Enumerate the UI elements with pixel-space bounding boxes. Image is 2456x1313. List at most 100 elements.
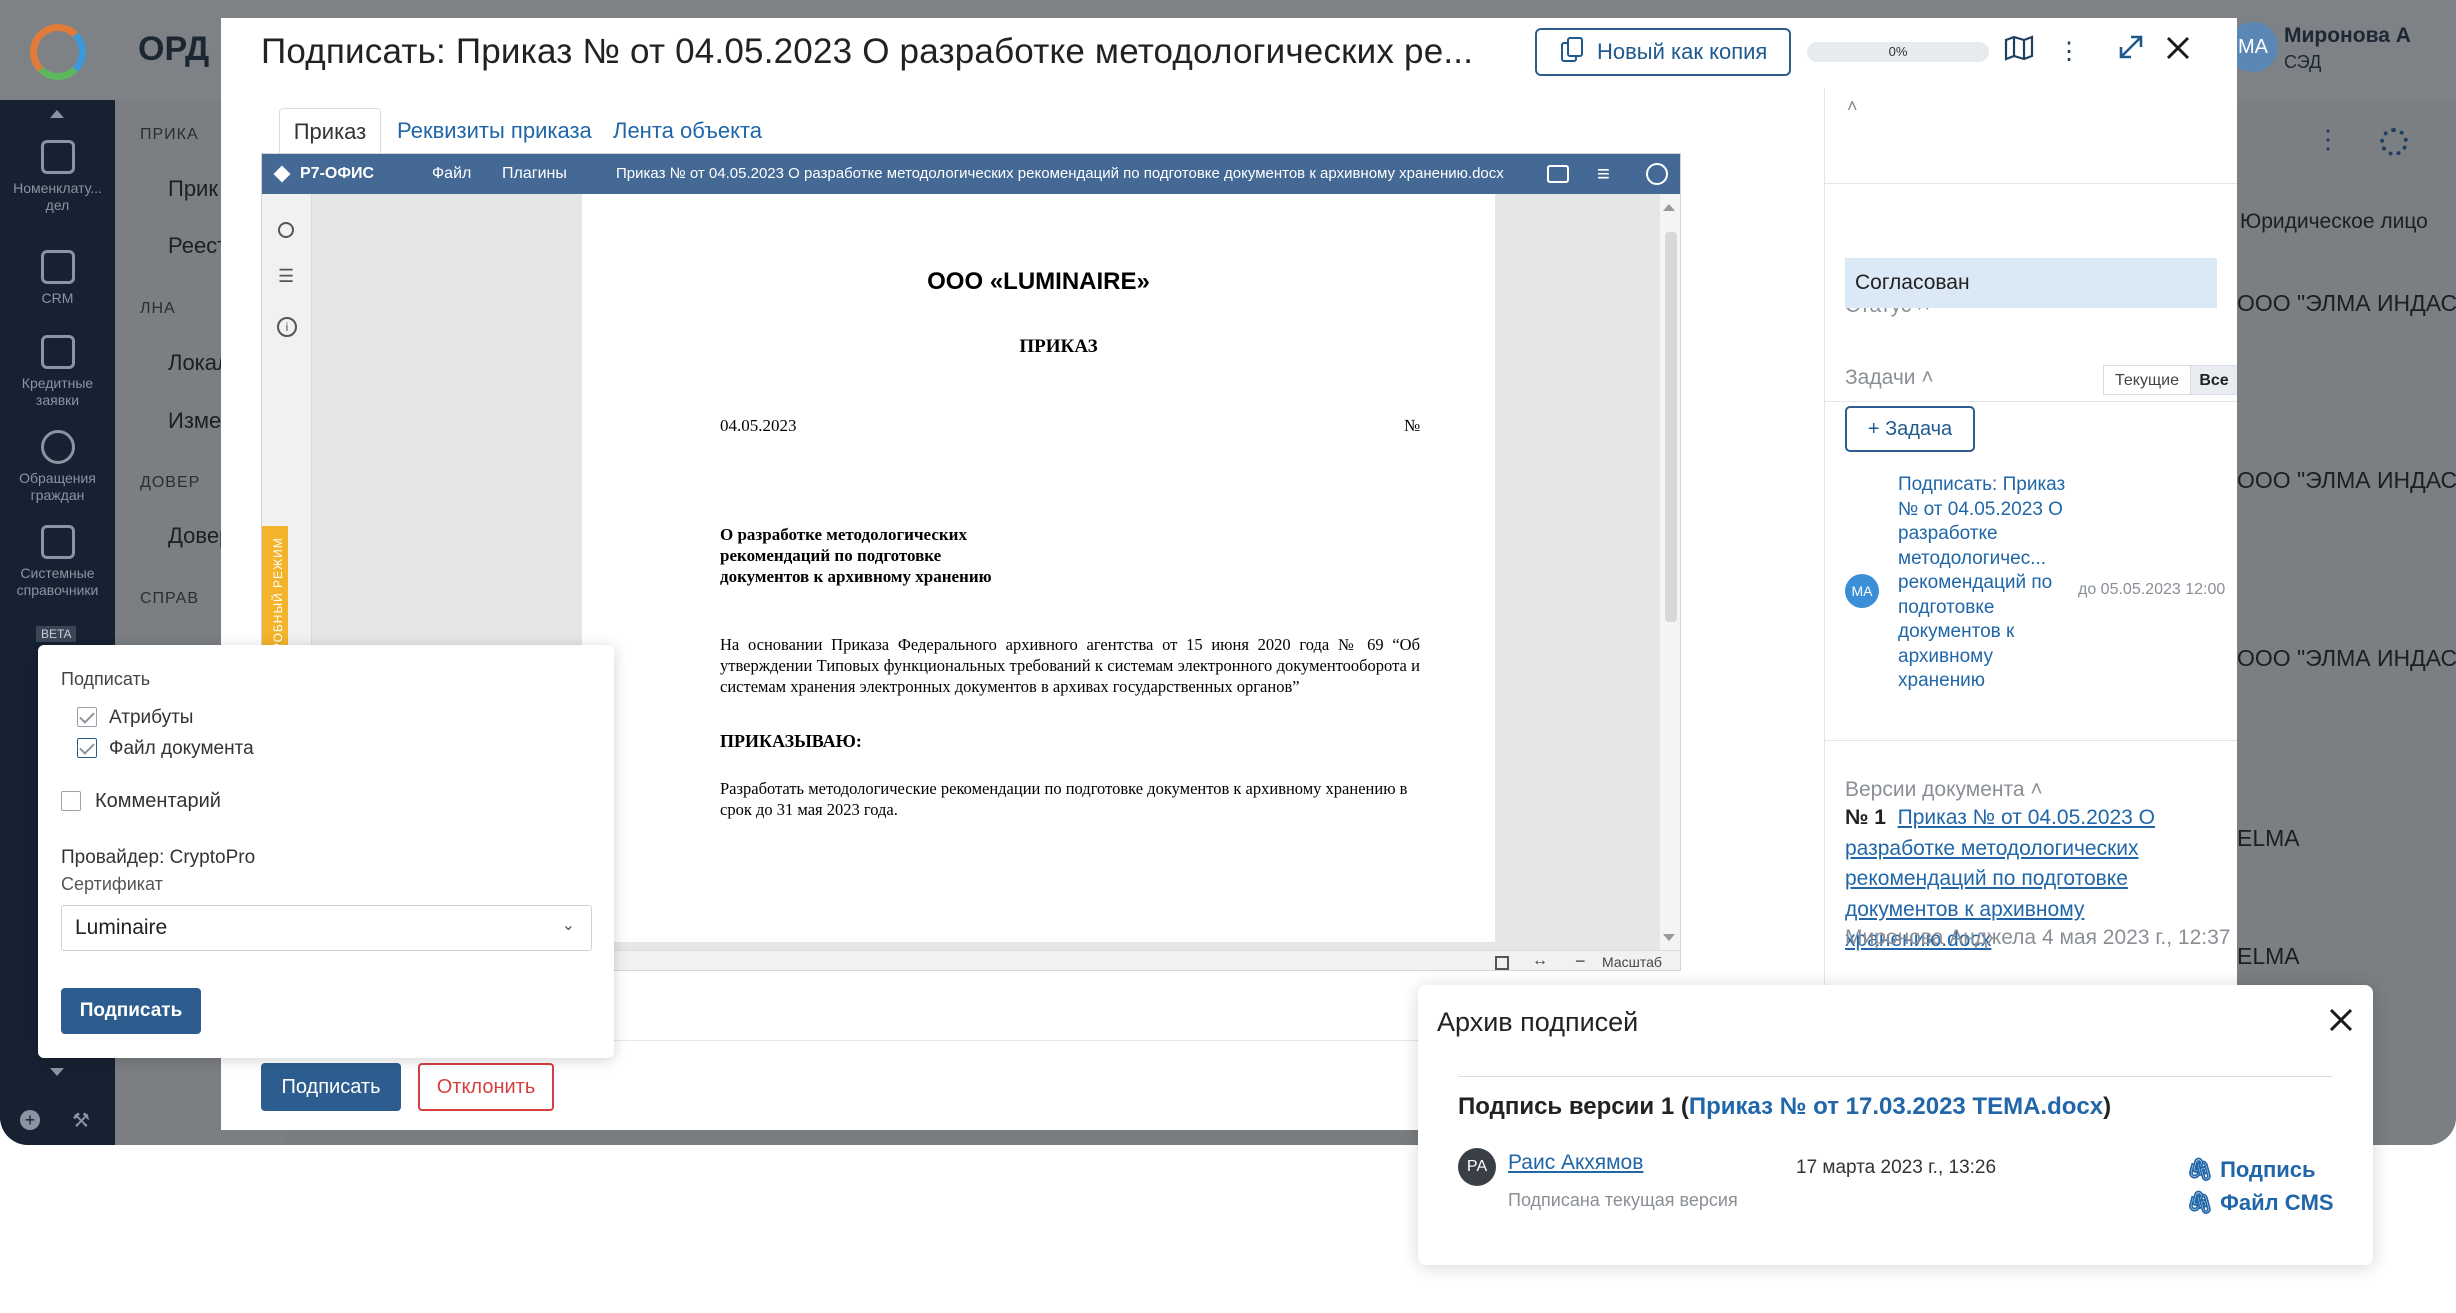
tab-order[interactable]: Приказ bbox=[279, 108, 381, 156]
chevron-up-icon: ˄ bbox=[2030, 778, 2043, 801]
doc-subject: О разработке методологических рекомендац… bbox=[720, 525, 992, 586]
doc-number: № bbox=[1404, 416, 1421, 435]
progress-bar: 0% bbox=[1807, 42, 1989, 62]
new-copy-button[interactable]: Новый как копия bbox=[1535, 28, 1791, 76]
right-panel: ˄ Статус ˄ Согласован Задачи ˄ Текущие В… bbox=[1824, 88, 2237, 1008]
nav-group-orders[interactable]: ПРИКА bbox=[140, 126, 199, 144]
paperclip-icon: 🖇 bbox=[2186, 1190, 2214, 1215]
sign-popover: Подписать Атрибуты Файл документа Коммен… bbox=[38, 645, 614, 1058]
signer-name-link[interactable]: Раис Акхямов bbox=[1508, 1151, 1643, 1175]
nav-group-power[interactable]: ДОВЕР bbox=[140, 474, 200, 492]
archive-version-file-link[interactable]: Приказ № от 17.03.2023 ТЕМА.docx bbox=[1689, 1093, 2103, 1120]
popover-sign-button[interactable]: Подписать bbox=[61, 988, 201, 1034]
chevron-down-icon: ⌄ bbox=[561, 917, 575, 934]
legal-row: ООО "ЭЛМА ИНДАС bbox=[2237, 290, 2456, 316]
outline-icon[interactable]: ☰ bbox=[278, 266, 294, 287]
fit-page-icon[interactable] bbox=[1495, 956, 1509, 970]
search-icon[interactable] bbox=[278, 222, 294, 238]
filter-all[interactable]: Все bbox=[2190, 365, 2237, 395]
menu-plugins[interactable]: Плагины bbox=[502, 154, 567, 194]
nav-group-lna[interactable]: ЛНА bbox=[140, 300, 176, 318]
option-label: Комментарий bbox=[95, 790, 221, 812]
scroll-down-icon[interactable] bbox=[50, 1068, 64, 1076]
tasks-label[interactable]: Задачи ˄ bbox=[1845, 366, 1934, 390]
add-task-button[interactable]: + Задача bbox=[1845, 406, 1975, 452]
signer-avatar: РА bbox=[1458, 1148, 1496, 1186]
wrench-icon[interactable]: ⚒ bbox=[72, 1108, 90, 1133]
nav-item-registry[interactable]: Реест bbox=[168, 233, 227, 259]
doc-org: ООО «LUMINAIRE» bbox=[927, 268, 1150, 295]
nav-group-reference[interactable]: СПРАВ bbox=[140, 590, 199, 608]
legal-row: ELMA bbox=[2237, 943, 2300, 969]
chevron-up-icon: ˄ bbox=[1921, 366, 1934, 389]
print-icon[interactable] bbox=[1547, 165, 1569, 183]
nav-item-orders[interactable]: Прик bbox=[168, 176, 218, 202]
settings-icon[interactable] bbox=[2380, 128, 2408, 156]
crm-icon bbox=[40, 250, 75, 284]
document-page: ООО «LUMINAIRE» ПРИКАЗ 04.05.2023 № О ра… bbox=[582, 194, 1495, 942]
versions-label[interactable]: Версии документа ˄ bbox=[1845, 778, 2043, 802]
close-icon[interactable] bbox=[2158, 32, 2198, 72]
more-icon[interactable]: ⋮ bbox=[2315, 124, 2341, 155]
add-icon[interactable]: + bbox=[20, 1110, 40, 1130]
expand-icon[interactable] bbox=[2111, 32, 2151, 72]
certificate-select[interactable]: Luminaire ⌄ bbox=[61, 905, 592, 951]
tab-requisites[interactable]: Реквизиты приказа bbox=[397, 108, 592, 156]
user-name[interactable]: Миронова А bbox=[2284, 24, 2411, 48]
beta-badge: BETA bbox=[36, 626, 77, 642]
collapse-icon[interactable]: ˄ bbox=[1847, 96, 1858, 117]
legal-row: ООО "ЭЛМА ИНДАС bbox=[2237, 467, 2456, 493]
editor-logo-icon bbox=[273, 165, 291, 183]
archive-close-icon[interactable] bbox=[2328, 1007, 2354, 1038]
sign-button[interactable]: Подписать bbox=[261, 1063, 401, 1111]
archive-version-line: Подпись версии 1 (Приказ № от 17.03.2023… bbox=[1458, 1093, 2112, 1120]
doc-date: 04.05.2023 bbox=[720, 416, 797, 435]
legal-row: ООО "ЭЛМА ИНДАС bbox=[2237, 645, 2456, 671]
app-logo[interactable] bbox=[30, 24, 86, 80]
paperclip-icon: 🖇 bbox=[2186, 1157, 2214, 1182]
column-header-legal[interactable]: Юридическое лицо bbox=[2240, 210, 2428, 234]
checkbox-comment[interactable] bbox=[61, 791, 81, 811]
sidebar-item-credit[interactable]: Кредитные заявки bbox=[0, 335, 115, 409]
scroll-up-icon[interactable] bbox=[50, 110, 64, 118]
reject-button[interactable]: Отклонить bbox=[418, 1063, 554, 1111]
checkbox-document-file[interactable] bbox=[77, 738, 97, 758]
checkbox-attributes[interactable] bbox=[77, 707, 97, 727]
fit-width-icon[interactable]: ↔ bbox=[1532, 952, 1548, 970]
modal-title: Подписать: Приказ № от 04.05.2023 О разр… bbox=[261, 32, 1474, 71]
sidebar-item-directories[interactable]: Системные справочники bbox=[0, 525, 115, 599]
signature-archive-popup: Архив подписей Подпись версии 1 (Приказ … bbox=[1418, 985, 2373, 1265]
version-number: № 1 bbox=[1845, 806, 1886, 829]
editor-scrollbar[interactable] bbox=[1660, 194, 1680, 950]
doc-type: ПРИКАЗ bbox=[1019, 336, 1098, 357]
legal-row: ELMA bbox=[2237, 825, 2300, 851]
book-icon bbox=[40, 140, 75, 174]
section-title: ОРД bbox=[138, 30, 210, 68]
account-icon[interactable] bbox=[1646, 163, 1668, 185]
option-label: Файл документа bbox=[109, 738, 254, 759]
signed-at: 17 марта 2023 г., 13:26 bbox=[1796, 1157, 1997, 1178]
editor-toolbar: Р7-ОФИС Файл Плагины Приказ № от 04.05.2… bbox=[262, 154, 1680, 194]
sidebar-item-crm[interactable]: CRM bbox=[0, 250, 115, 307]
sidebar-item-appeals[interactable]: Обращения граждан bbox=[0, 430, 115, 504]
map-icon[interactable] bbox=[1999, 32, 2039, 72]
cert-label: Сертификат bbox=[61, 874, 163, 894]
editor-file-name: Приказ № от 04.05.2023 О разработке мето… bbox=[616, 165, 1504, 182]
menu-icon[interactable]: ≡ bbox=[1597, 154, 1610, 194]
scroll-thumb[interactable] bbox=[1665, 232, 1677, 622]
filter-current[interactable]: Текущие bbox=[2103, 365, 2191, 395]
sign-popover-header: Подписать bbox=[61, 669, 151, 689]
signed-note: Подписана текущая версия bbox=[1508, 1190, 1738, 1210]
more-vert-icon[interactable]: ⋮ bbox=[2049, 32, 2089, 72]
tab-feed[interactable]: Лента объекта bbox=[613, 108, 762, 156]
task-link[interactable]: Подписать: Приказ № от 04.05.2023 О разр… bbox=[1898, 473, 2068, 694]
info-icon[interactable]: i bbox=[277, 317, 297, 337]
signature-link[interactable]: 🖇 Подпись bbox=[2186, 1157, 2316, 1183]
menu-file[interactable]: Файл bbox=[432, 154, 471, 194]
zoom-out-icon[interactable]: − bbox=[1575, 951, 1586, 970]
zoom-label: Масштаб 90% bbox=[1602, 954, 1662, 970]
sidebar-item-nomenclature[interactable]: Номенклату... дел bbox=[0, 140, 115, 214]
cms-file-link[interactable]: 🖇 Файл CMS bbox=[2186, 1190, 2334, 1216]
task-avatar: МА bbox=[1845, 574, 1879, 608]
doc-basis: На основании Приказа Федерального архивн… bbox=[720, 635, 1420, 696]
